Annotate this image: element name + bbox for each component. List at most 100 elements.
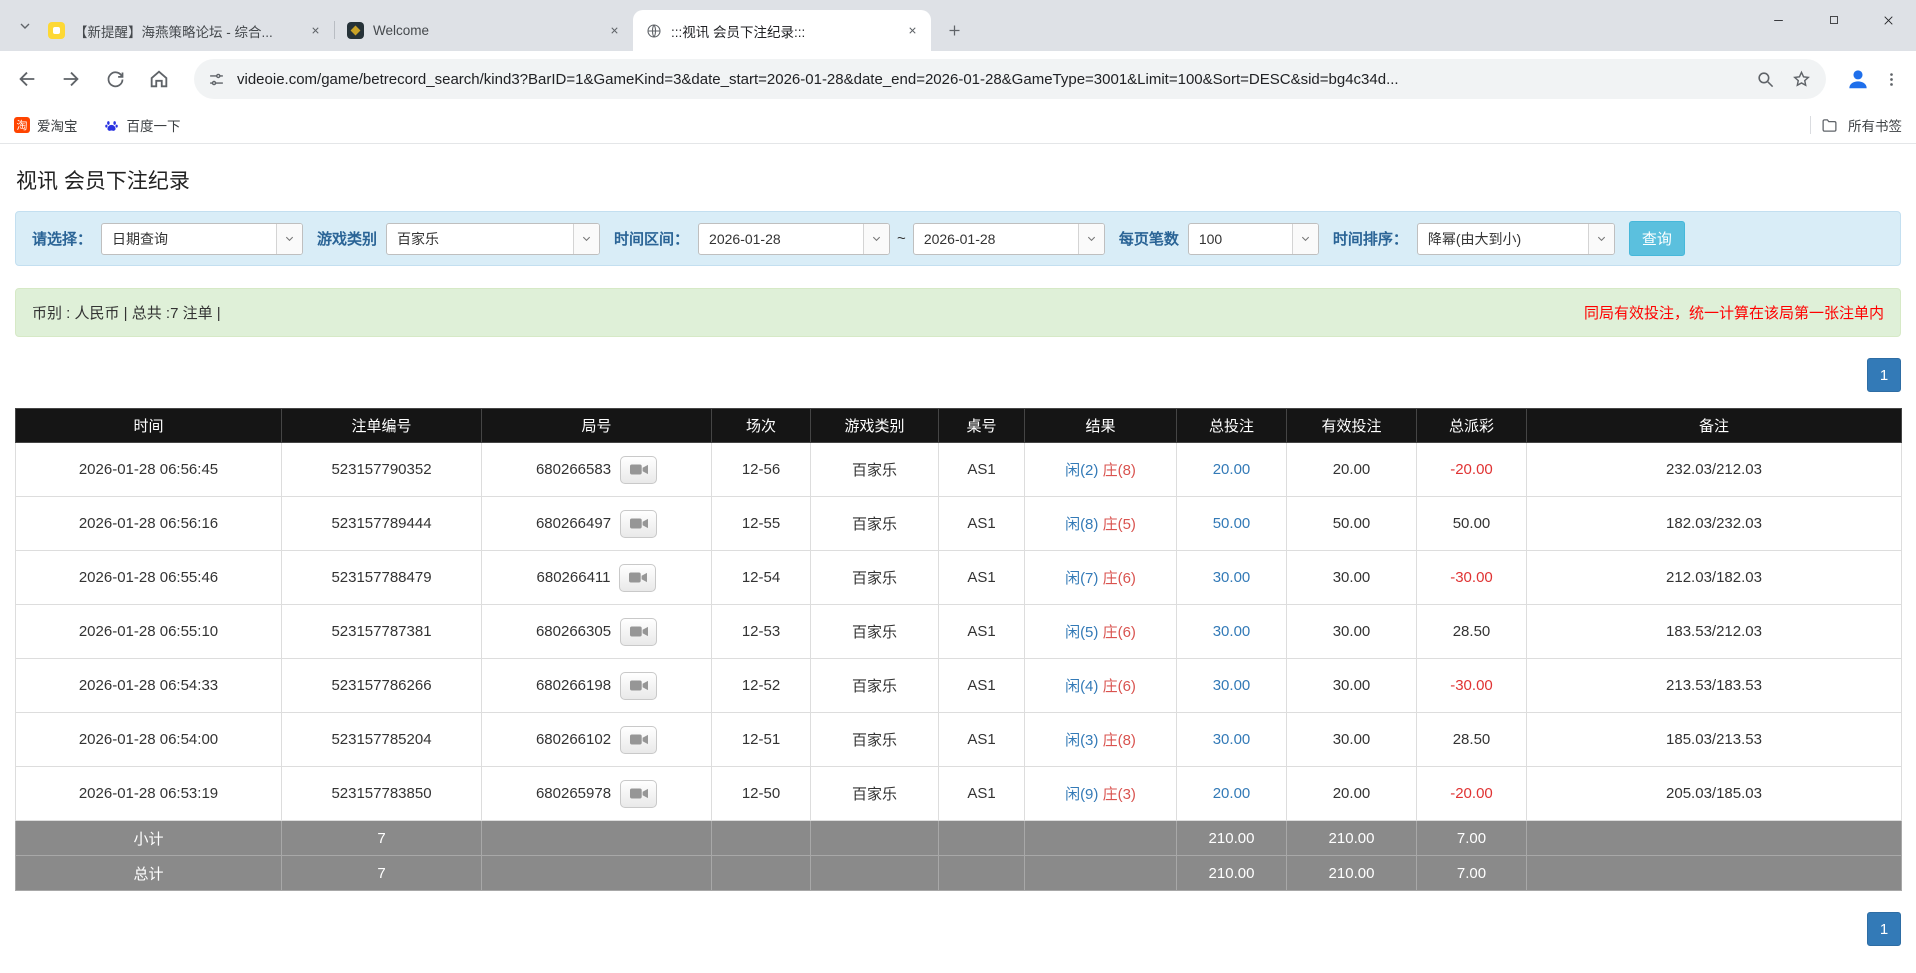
result-banker: 庄(6) bbox=[1103, 678, 1136, 695]
video-replay-icon[interactable] bbox=[620, 672, 657, 700]
close-icon[interactable] bbox=[904, 22, 921, 39]
grand-total-payout: 7.00 bbox=[1417, 856, 1527, 891]
window-controls bbox=[1751, 0, 1916, 40]
divider bbox=[1810, 116, 1811, 134]
back-button[interactable] bbox=[14, 66, 40, 92]
table-header-row: 时间 注单编号 局号 场次 游戏类别 桌号 结果 总投注 有效投注 总派彩 备注 bbox=[16, 409, 1902, 443]
close-icon[interactable] bbox=[606, 22, 623, 39]
page-1-button[interactable]: 1 bbox=[1867, 358, 1901, 392]
cell-result: 闲(4) 庄(6) bbox=[1025, 659, 1177, 713]
query-button[interactable]: 查询 bbox=[1629, 221, 1685, 256]
cell-bet-id: 523157790352 bbox=[282, 443, 482, 497]
table-row: 2026-01-28 06:56:45 523157790352 6802665… bbox=[16, 443, 1902, 497]
forward-button[interactable] bbox=[58, 66, 84, 92]
tab-welcome[interactable]: Welcome bbox=[335, 10, 633, 51]
reload-button[interactable] bbox=[102, 66, 128, 92]
video-replay-icon[interactable] bbox=[620, 510, 657, 538]
cell-payout: -30.00 bbox=[1417, 659, 1527, 713]
tab-bet-records[interactable]: :::视讯 会员下注纪录::: bbox=[633, 10, 931, 51]
cell-table-no: AS1 bbox=[939, 443, 1025, 497]
all-bookmarks[interactable]: 所有书签 bbox=[1810, 115, 1902, 135]
cell-bet-id: 523157789444 bbox=[282, 497, 482, 551]
game-type-select[interactable]: 百家乐 bbox=[386, 223, 600, 255]
video-replay-icon[interactable] bbox=[620, 780, 657, 808]
cell-total-bet[interactable]: 30.00 bbox=[1177, 605, 1287, 659]
minimize-button[interactable] bbox=[1751, 0, 1806, 40]
all-bookmarks-label: 所有书签 bbox=[1848, 115, 1902, 135]
date-start-input[interactable]: 2026-01-28 bbox=[698, 223, 890, 255]
cell-round: 680266583 bbox=[482, 443, 712, 497]
maximize-button[interactable] bbox=[1806, 0, 1861, 40]
cell-game-type: 百家乐 bbox=[811, 605, 939, 659]
header-game-type: 游戏类别 bbox=[811, 409, 939, 443]
grand-total-label: 总计 bbox=[16, 856, 282, 891]
video-replay-icon[interactable] bbox=[620, 456, 657, 484]
video-replay-icon[interactable] bbox=[620, 726, 657, 754]
cell-round: 680266497 bbox=[482, 497, 712, 551]
close-icon[interactable] bbox=[307, 22, 324, 39]
result-player: 闲(5) bbox=[1065, 624, 1098, 641]
table-body: 2026-01-28 06:56:45 523157790352 6802665… bbox=[16, 443, 1902, 821]
query-type-select[interactable]: 日期查询 bbox=[101, 223, 303, 255]
profile-avatar[interactable] bbox=[1844, 65, 1872, 93]
site-settings-icon[interactable] bbox=[208, 71, 225, 88]
cell-note: 183.53/212.03 bbox=[1527, 605, 1902, 659]
header-valid-bet: 有效投注 bbox=[1287, 409, 1417, 443]
cell-total-bet[interactable]: 20.00 bbox=[1177, 443, 1287, 497]
result-banker: 庄(6) bbox=[1103, 624, 1136, 641]
url-text[interactable]: videoie.com/game/betrecord_search/kind3?… bbox=[237, 71, 1728, 88]
cell-payout: 28.50 bbox=[1417, 713, 1527, 767]
header-time: 时间 bbox=[16, 409, 282, 443]
cell-table-no: AS1 bbox=[939, 659, 1025, 713]
subtotal-total-bet: 210.00 bbox=[1177, 821, 1287, 856]
sort-label: 时间排序： bbox=[1333, 228, 1408, 249]
bookmark-aitaobao[interactable]: 淘 爱淘宝 bbox=[14, 115, 78, 135]
header-payout: 总派彩 bbox=[1417, 409, 1527, 443]
welcome-favicon-icon bbox=[347, 22, 364, 39]
chevron-down-icon bbox=[1292, 224, 1318, 254]
cell-game-type: 百家乐 bbox=[811, 551, 939, 605]
home-button[interactable] bbox=[146, 66, 172, 92]
cell-valid-bet: 20.00 bbox=[1287, 767, 1417, 821]
page-size-label: 每页笔数 bbox=[1119, 228, 1179, 249]
close-window-button[interactable] bbox=[1861, 0, 1916, 40]
tab-title: 【新提醒】海燕策略论坛 - 综合... bbox=[74, 21, 307, 41]
result-player: 闲(2) bbox=[1065, 462, 1098, 479]
cell-time: 2026-01-28 06:54:00 bbox=[16, 713, 282, 767]
cell-total-bet[interactable]: 20.00 bbox=[1177, 767, 1287, 821]
cell-result: 闲(9) 庄(3) bbox=[1025, 767, 1177, 821]
page-size-select[interactable]: 100 bbox=[1188, 223, 1319, 255]
cell-total-bet[interactable]: 30.00 bbox=[1177, 713, 1287, 767]
tab-search-chevron-button[interactable] bbox=[14, 15, 36, 37]
video-replay-icon[interactable] bbox=[620, 618, 657, 646]
video-replay-icon[interactable] bbox=[619, 564, 656, 592]
page-1-button[interactable]: 1 bbox=[1867, 912, 1901, 946]
bookmark-baidu[interactable]: 百度一下 bbox=[104, 115, 181, 135]
cell-total-bet[interactable]: 30.00 bbox=[1177, 659, 1287, 713]
header-session: 场次 bbox=[712, 409, 811, 443]
tab-forum[interactable]: 【新提醒】海燕策略论坛 - 综合... bbox=[36, 10, 334, 51]
round-number: 680266497 bbox=[536, 515, 611, 532]
cell-total-bet[interactable]: 30.00 bbox=[1177, 551, 1287, 605]
cell-session: 12-52 bbox=[712, 659, 811, 713]
address-bar[interactable]: videoie.com/game/betrecord_search/kind3?… bbox=[194, 59, 1826, 99]
sort-order-select[interactable]: 降幂(由大到小) bbox=[1417, 223, 1615, 255]
subtotal-payout: 7.00 bbox=[1417, 821, 1527, 856]
header-table-no: 桌号 bbox=[939, 409, 1025, 443]
result-banker: 庄(6) bbox=[1103, 570, 1136, 587]
cell-total-bet[interactable]: 50.00 bbox=[1177, 497, 1287, 551]
taobao-icon: 淘 bbox=[14, 117, 30, 133]
cell-payout: -20.00 bbox=[1417, 443, 1527, 497]
search-icon[interactable] bbox=[1754, 68, 1776, 90]
date-end-input[interactable]: 2026-01-28 bbox=[913, 223, 1105, 255]
cell-valid-bet: 30.00 bbox=[1287, 713, 1417, 767]
bookmark-star-icon[interactable] bbox=[1790, 68, 1812, 90]
browser-menu-icon[interactable] bbox=[1880, 68, 1902, 90]
globe-favicon-icon bbox=[645, 22, 662, 39]
chevron-down-icon bbox=[1588, 224, 1614, 254]
new-tab-button[interactable] bbox=[941, 17, 967, 43]
chevron-down-icon bbox=[276, 224, 302, 254]
chevron-down-icon bbox=[1078, 224, 1104, 254]
result-banker: 庄(3) bbox=[1103, 786, 1136, 803]
header-bet-id: 注单编号 bbox=[282, 409, 482, 443]
